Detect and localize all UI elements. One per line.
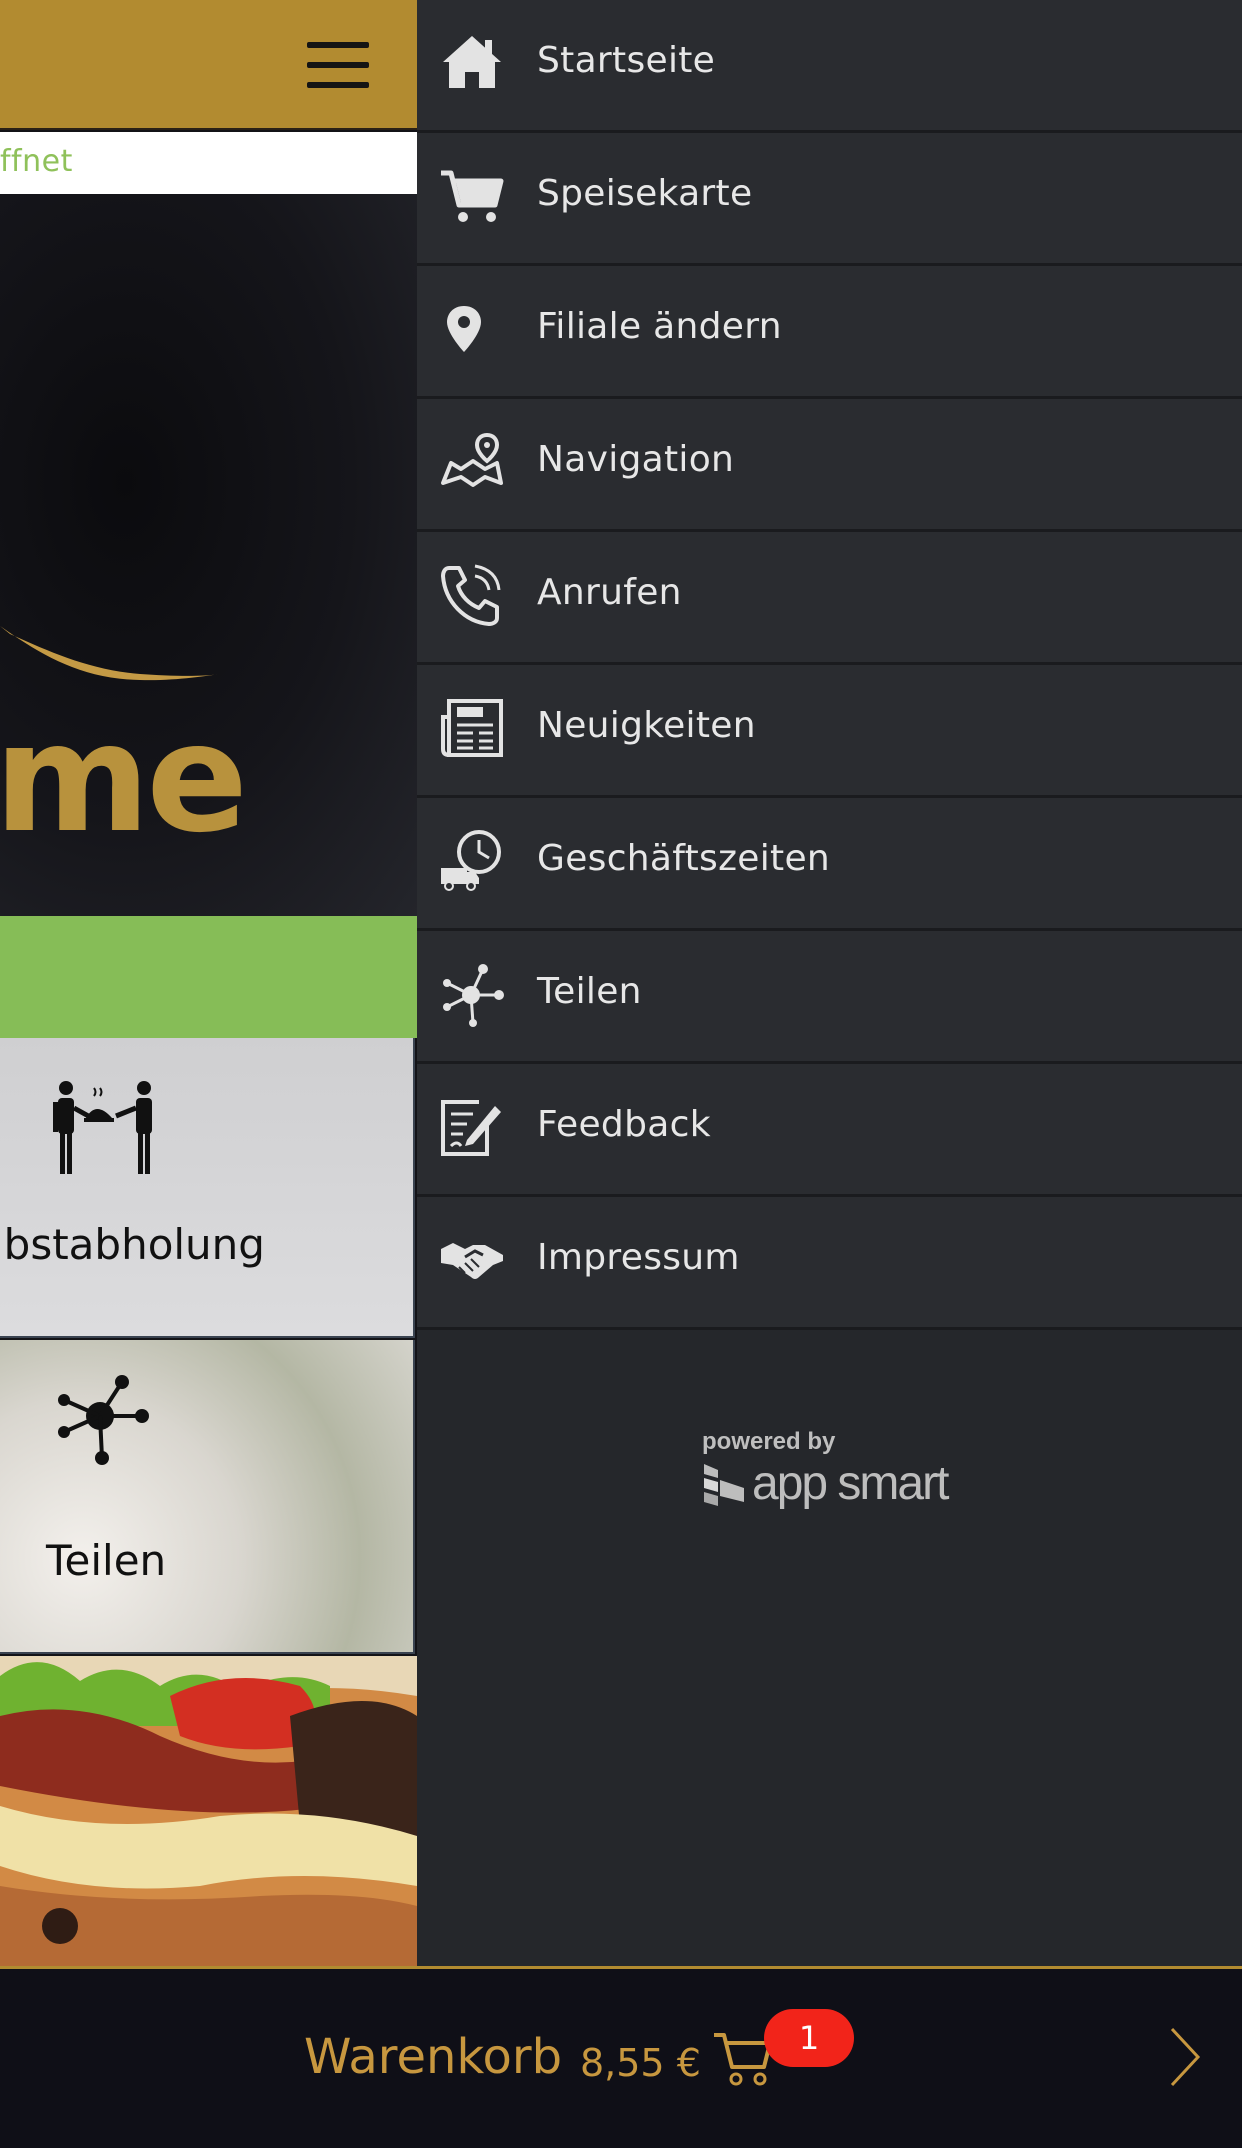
drawer-item-neuigkeiten[interactable]: Neuigkeiten bbox=[417, 665, 1242, 798]
drawer-item-label: Speisekarte bbox=[537, 173, 753, 214]
tile-share-label: Teilen bbox=[46, 1536, 167, 1585]
drawer-item-label: Geschäftszeiten bbox=[537, 838, 831, 879]
cart-bar[interactable]: Warenkorb 8,55 € 1 bbox=[0, 1966, 1242, 2148]
powered-by-appsmart: powered by app smart bbox=[702, 1428, 1002, 1510]
logo-swoosh bbox=[0, 626, 220, 681]
cart-total: 8,55 € bbox=[580, 2041, 701, 2085]
drawer-item-impressum[interactable]: Impressum bbox=[417, 1197, 1242, 1330]
drawer-item-geschaeftszeiten[interactable]: Geschäftszeiten bbox=[417, 798, 1242, 931]
app-header bbox=[0, 0, 417, 130]
drawer-item-label: Anrufen bbox=[537, 572, 682, 613]
cart-icon bbox=[441, 170, 504, 222]
drawer-item-anrufen[interactable]: Anrufen bbox=[417, 532, 1242, 665]
tile-pickup-label: lbstabholung bbox=[0, 1220, 265, 1269]
delivery-clock-icon bbox=[441, 830, 501, 891]
location-pin-icon bbox=[447, 306, 481, 352]
tile-share[interactable]: Teilen bbox=[0, 1340, 415, 1654]
share-icon bbox=[443, 964, 504, 1027]
drawer-item-label: Teilen bbox=[537, 971, 642, 1012]
opening-status-bar: ffnet bbox=[0, 132, 417, 194]
drawer-item-label: Filiale ändern bbox=[537, 306, 782, 347]
drawer-item-label: Startseite bbox=[537, 40, 716, 81]
tile-pickup[interactable]: lbstabholung bbox=[0, 1038, 415, 1338]
order-banner[interactable] bbox=[0, 916, 417, 1038]
app-screen: ffnet me lbstabholung Teilen bbox=[0, 0, 417, 1968]
map-icon bbox=[441, 432, 503, 487]
burger-photo bbox=[0, 1656, 417, 1968]
chevron-right-icon[interactable] bbox=[1168, 2025, 1202, 2089]
hamburger-menu-icon[interactable] bbox=[307, 42, 369, 88]
drawer-item-teilen[interactable]: Teilen bbox=[417, 931, 1242, 1064]
opening-status-text: ffnet bbox=[0, 144, 73, 179]
home-icon bbox=[443, 36, 501, 88]
drawer-item-filiale[interactable]: Filiale ändern bbox=[417, 266, 1242, 399]
drawer-item-speisekarte[interactable]: Speisekarte bbox=[417, 133, 1242, 266]
feedback-icon bbox=[441, 1100, 501, 1156]
appsmart-brand-text: app smart bbox=[752, 1457, 949, 1510]
side-drawer: Startseite Speisekarte Filiale ändern Na… bbox=[417, 0, 1242, 1968]
pickup-service-icon bbox=[53, 1081, 152, 1174]
news-icon bbox=[441, 699, 503, 757]
share-network-icon bbox=[58, 1375, 149, 1465]
cart-count-badge: 1 bbox=[764, 2009, 854, 2067]
drawer-item-label: Impressum bbox=[537, 1237, 740, 1278]
handshake-icon bbox=[441, 1243, 503, 1279]
phone-icon bbox=[441, 564, 501, 626]
drawer-item-label: Navigation bbox=[537, 439, 735, 480]
drawer-item-navigation[interactable]: Navigation bbox=[417, 399, 1242, 532]
restaurant-logo-text: me bbox=[0, 692, 248, 866]
cart-title: Warenkorb bbox=[304, 2029, 563, 2085]
powered-by-text: powered by bbox=[702, 1428, 836, 1455]
hero-banner: me bbox=[0, 194, 417, 916]
drawer-item-startseite[interactable]: Startseite bbox=[417, 0, 1242, 133]
drawer-item-label: Neuigkeiten bbox=[537, 705, 756, 746]
drawer-item-feedback[interactable]: Feedback bbox=[417, 1064, 1242, 1197]
drawer-item-label: Feedback bbox=[537, 1104, 711, 1145]
appsmart-logo-icon bbox=[704, 1464, 744, 1506]
